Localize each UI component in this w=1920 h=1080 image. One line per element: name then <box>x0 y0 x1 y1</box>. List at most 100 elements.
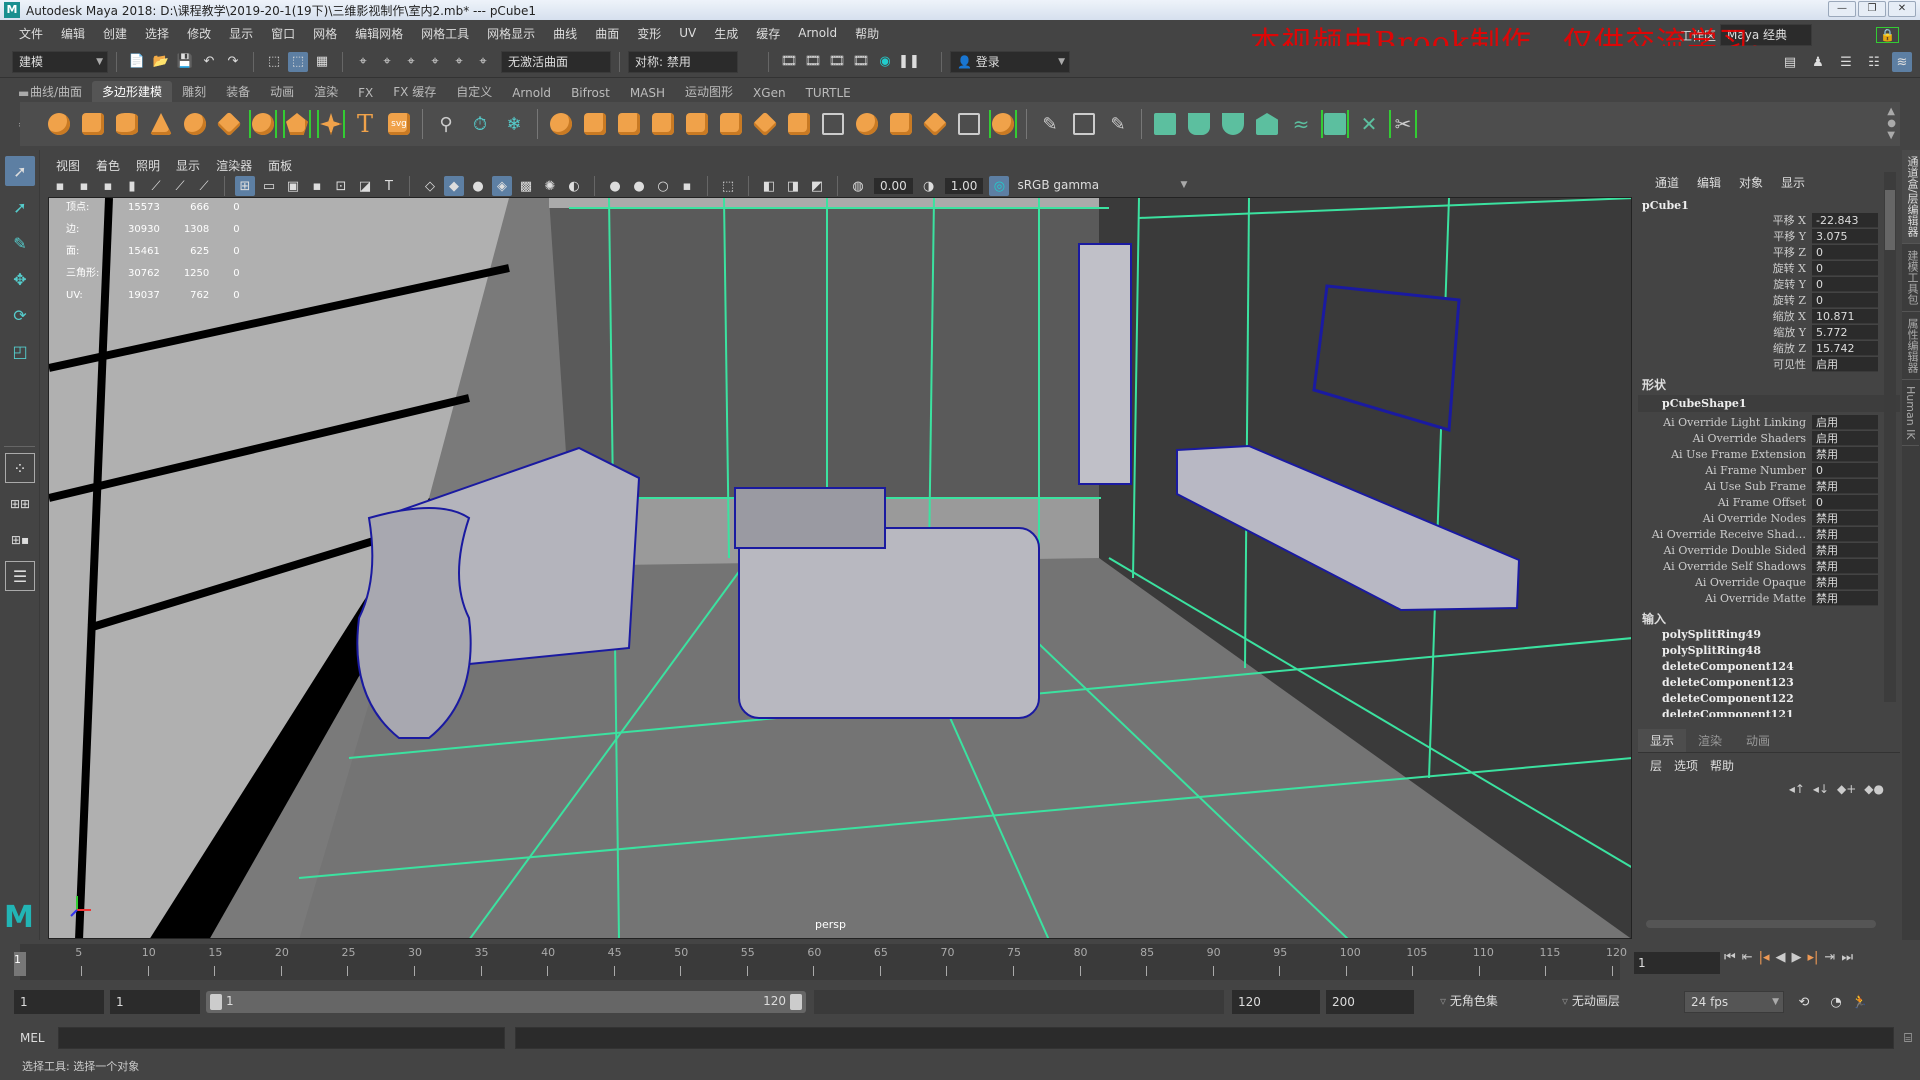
safe-title-icon[interactable]: T <box>379 176 399 196</box>
wedge-icon[interactable] <box>887 110 915 138</box>
menu-edit[interactable]: 编辑 <box>52 25 94 42</box>
attr-row[interactable]: 缩放 X 10.871 <box>1638 308 1900 324</box>
two-view-icon[interactable]: ⊞▪ <box>5 525 35 555</box>
xray-active-icon[interactable]: ◨ <box>783 176 803 196</box>
super-shape-icon[interactable] <box>317 110 345 138</box>
channel-box-icon[interactable]: ≋ <box>1892 52 1912 72</box>
range-end-handle[interactable] <box>790 994 802 1010</box>
reduce-icon[interactable] <box>683 110 711 138</box>
insert-loop-icon[interactable] <box>1070 110 1098 138</box>
shelf-tab-mash[interactable]: MASH <box>620 84 675 102</box>
shelf-tab-turtle[interactable]: TURTLE <box>796 84 861 102</box>
gamma-field[interactable]: 1.00 <box>944 178 984 194</box>
select-hierarchy-icon[interactable]: ⬚ <box>264 52 284 72</box>
select-tool-icon[interactable]: ➚ <box>5 156 35 186</box>
transform-tool-icon[interactable]: ⏱ <box>466 110 494 138</box>
viewport-menu-panels[interactable]: 面板 <box>260 157 300 174</box>
current-frame-field[interactable]: 1 <box>1634 952 1720 974</box>
channel-box-menu-object[interactable]: 对象 <box>1732 174 1770 191</box>
attr-value[interactable]: 禁用 <box>1812 542 1878 558</box>
menu-display[interactable]: 显示 <box>220 25 262 42</box>
snap-view-plane-icon[interactable]: ⌖ <box>425 52 445 72</box>
step-forward-frame-icon[interactable]: ▸| <box>1808 950 1819 965</box>
shelf-tab-motion-graphics[interactable]: 运动图形 <box>675 81 743 102</box>
ipr-render-icon[interactable]: 🎞 <box>827 52 847 72</box>
menu-surfaces[interactable]: 曲面 <box>586 25 628 42</box>
freeze-icon[interactable]: ❄ <box>500 110 528 138</box>
snap-point-icon[interactable]: ⌖ <box>401 52 421 72</box>
tool-settings-icon[interactable]: ☷ <box>1864 52 1884 72</box>
select-object-icon[interactable]: ⬚ <box>288 51 308 72</box>
menu-cache[interactable]: 缓存 <box>747 25 789 42</box>
attr-value[interactable]: 10.871 <box>1812 308 1878 324</box>
range-start-handle[interactable] <box>210 994 222 1010</box>
attr-row[interactable]: Ai Override Double Sided 禁用 <box>1638 542 1900 558</box>
attr-row[interactable]: Ai Override Nodes 禁用 <box>1638 510 1900 526</box>
attr-value[interactable]: 0 <box>1812 276 1878 292</box>
shelf-tab-rigging[interactable]: 装备 <box>216 81 260 102</box>
shelf-tab-sculpting[interactable]: 雕刻 <box>172 81 216 102</box>
input-node[interactable]: deleteComponent123 <box>1638 675 1900 691</box>
exposure-field[interactable]: 0.00 <box>874 178 913 194</box>
shelf-tab-rendering[interactable]: 渲染 <box>304 81 348 102</box>
combine-icon[interactable] <box>547 110 575 138</box>
attr-value[interactable]: 0 <box>1812 260 1878 276</box>
menu-deform[interactable]: 变形 <box>628 25 670 42</box>
uv-cut-icon[interactable]: ✂ <box>1389 110 1417 138</box>
side-tab-attribute-editor[interactable]: 属性编辑器 <box>1902 312 1920 380</box>
login-dropdown[interactable]: 👤 登录 ▼ <box>950 50 1070 73</box>
channel-box-scrollbar[interactable] <box>1884 172 1896 702</box>
render-view-icon[interactable]: 🎞 <box>779 52 799 72</box>
camera-select-icon[interactable]: ▪ <box>50 176 70 196</box>
snap-curve-icon[interactable]: ⌖ <box>377 52 397 72</box>
svg-icon[interactable]: svg <box>385 110 413 138</box>
snap-surface-icon[interactable]: ⌖ <box>473 52 493 72</box>
bridge-icon[interactable] <box>751 110 779 138</box>
menu-mesh[interactable]: 网格 <box>304 25 346 42</box>
scene-canvas[interactable] <box>49 198 1632 939</box>
colorspace-dropdown[interactable]: sRGB gamma ▼ <box>1011 177 1192 195</box>
play-forward-icon[interactable]: ▶ <box>1792 950 1802 965</box>
fps-dropdown[interactable]: 24 fps ▼ <box>1684 991 1784 1013</box>
shelf-tab-fx[interactable]: FX <box>348 84 383 102</box>
gamma-icon[interactable]: ◑ <box>919 176 939 196</box>
bevel-icon[interactable] <box>717 110 745 138</box>
side-tab-modeling-toolkit[interactable]: 建模工具包 <box>1902 244 1920 312</box>
target-weld-icon[interactable] <box>989 110 1017 138</box>
attr-row[interactable]: Ai Override Light Linking 启用 <box>1638 414 1900 430</box>
xray-joints-icon[interactable]: ◩ <box>807 176 827 196</box>
attr-row[interactable]: Ai Frame Number 0 <box>1638 462 1900 478</box>
isolate-select-icon[interactable]: ⬚ <box>718 176 738 196</box>
human-ik-icon[interactable]: ♟ <box>1808 52 1828 72</box>
smooth-icon[interactable] <box>649 110 677 138</box>
layer-tab-render[interactable]: 渲染 <box>1686 729 1734 752</box>
mode-dropdown[interactable]: 建模 ▼ <box>12 50 108 73</box>
platonic-solid-icon[interactable] <box>283 110 311 138</box>
multi-cut-icon[interactable] <box>955 110 983 138</box>
crease-icon[interactable] <box>921 110 949 138</box>
depth-of-field-icon[interactable]: ▪ <box>677 176 697 196</box>
lights-icon[interactable]: ✺ <box>540 176 560 196</box>
attr-row[interactable]: Ai Override Opaque 禁用 <box>1638 574 1900 590</box>
anti-aliasing-icon[interactable]: ○ <box>653 176 673 196</box>
shelf-tab-curves[interactable]: 曲线/曲面 <box>20 81 92 102</box>
attr-row[interactable]: Ai Override Shaders 启用 <box>1638 430 1900 446</box>
menu-create[interactable]: 创建 <box>94 25 136 42</box>
mel-input[interactable] <box>57 1027 506 1049</box>
layer-scrollbar[interactable] <box>1646 920 1876 928</box>
animation-end-field[interactable]: 200 <box>1326 990 1414 1014</box>
attr-value[interactable]: 启用 <box>1812 430 1878 446</box>
menu-select[interactable]: 选择 <box>136 25 178 42</box>
step-back-key-icon[interactable]: ⇤ <box>1742 950 1753 965</box>
menu-curves[interactable]: 曲线 <box>544 25 586 42</box>
uv-unfold-icon[interactable]: ≈ <box>1287 110 1315 138</box>
textured-icon[interactable]: ▩ <box>516 176 536 196</box>
attr-value[interactable]: 0 <box>1812 494 1878 510</box>
side-tab-channel-box[interactable]: 通道盒/层编辑器 <box>1902 150 1920 244</box>
lasso-tool-icon[interactable]: ➚ <box>5 192 35 222</box>
shelf-tab-bifrost[interactable]: Bifrost <box>561 84 620 102</box>
channel-box-menu-edit[interactable]: 编辑 <box>1690 174 1728 191</box>
shelf-scroll-icon[interactable]: ▲ ● ▼ <box>1887 106 1896 142</box>
snap-grid-icon[interactable]: ⌖ <box>353 52 373 72</box>
attr-value[interactable]: 启用 <box>1812 414 1878 430</box>
